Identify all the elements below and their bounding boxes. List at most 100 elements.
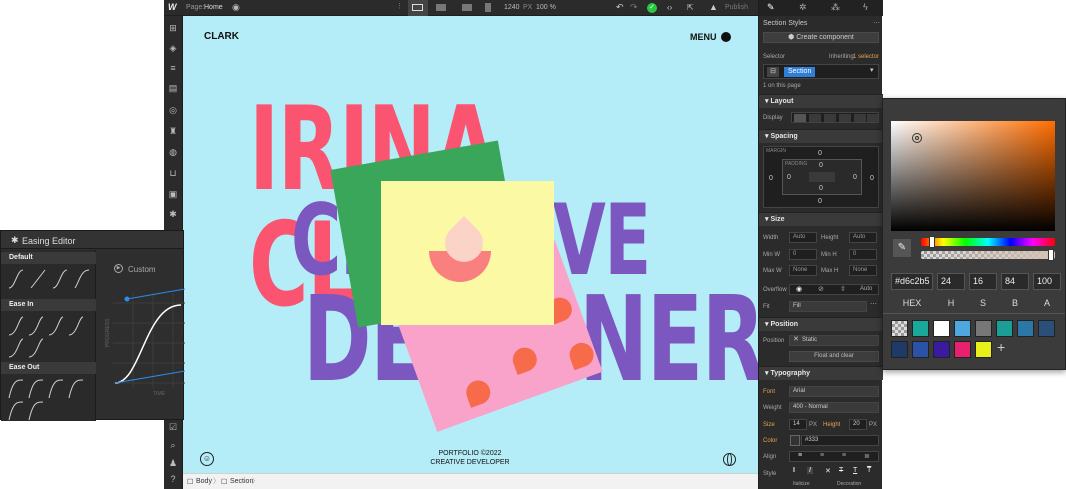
design-canvas[interactable]: CLARK MENU IRINA CLARK. CREATIVE DESIGNE… — [183, 16, 758, 473]
search-icon[interactable]: ⌕ — [167, 440, 179, 450]
style-manager-icon[interactable]: ⁂ — [831, 2, 840, 13]
margin-right-value[interactable]: 0 — [870, 175, 874, 182]
strikethrough-icon[interactable]: T — [839, 467, 843, 474]
min-width-input[interactable]: 0 — [789, 249, 817, 260]
globe-icon[interactable] — [723, 453, 736, 466]
color-cursor[interactable] — [912, 133, 922, 143]
alpha-input[interactable]: 100 — [1033, 273, 1061, 290]
padding-bottom-value[interactable]: 0 — [819, 185, 823, 192]
more-icon[interactable]: ⋮ — [396, 2, 403, 10]
ease-out-curves[interactable] — [7, 378, 95, 422]
weight-select[interactable]: 400 - Normal — [789, 402, 879, 413]
users-icon[interactable]: ◍ — [167, 147, 179, 157]
color-swatch[interactable] — [891, 341, 908, 358]
interactions-icon[interactable]: ϟ — [863, 2, 868, 12]
color-input[interactable]: #333 — [801, 435, 879, 446]
align-justify-icon[interactable]: ≣ — [864, 452, 870, 460]
margin-left-value[interactable]: 0 — [769, 175, 773, 182]
color-swatch[interactable] — [975, 341, 992, 358]
min-height-input[interactable]: 0 — [849, 249, 877, 260]
color-swatch[interactable] — [912, 320, 929, 337]
padding-left-value[interactable]: 0 — [787, 174, 791, 181]
menu-link[interactable]: MENU — [690, 32, 717, 42]
code-icon[interactable]: ‹› — [667, 3, 672, 12]
display-inline-block-icon[interactable] — [839, 114, 851, 122]
add-swatch-icon[interactable]: + — [997, 339, 1005, 355]
spacing-section-header[interactable]: ▾ Spacing — [759, 129, 883, 143]
layout-section-header[interactable]: ▾ Layout — [759, 94, 883, 108]
ecommerce-icon[interactable]: ⊔ — [167, 168, 179, 178]
height-input[interactable]: Auto — [849, 232, 877, 243]
style-brush-icon[interactable]: ✎ — [767, 2, 775, 13]
breadcrumb-item-body[interactable]: Body — [196, 478, 212, 485]
webflow-logo[interactable]: W — [168, 2, 177, 12]
eyedropper-icon[interactable]: ✎ — [893, 239, 911, 257]
zoom-level[interactable]: 100 % — [536, 4, 556, 11]
float-and-clear-button[interactable]: Float and clear — [789, 351, 879, 362]
overflow-hidden-icon[interactable]: ⊘ — [818, 285, 824, 293]
export-icon[interactable]: ⇱ — [687, 3, 694, 12]
navigator-icon[interactable]: ≡ — [167, 63, 179, 73]
color-swatch[interactable] — [954, 341, 971, 358]
overflow-visible-icon[interactable]: ◉ — [796, 285, 802, 293]
eye-icon[interactable]: ◉ — [232, 2, 240, 13]
alpha-handle[interactable] — [1048, 249, 1054, 261]
page-name[interactable]: Home — [204, 4, 223, 11]
max-width-input[interactable]: None — [789, 265, 817, 276]
assets-icon[interactable]: ▣ — [167, 189, 179, 199]
padding-top-value[interactable]: 0 — [819, 162, 823, 169]
decoration-none-icon[interactable]: ✕ — [825, 467, 831, 475]
chevron-down-icon[interactable]: ▾ — [870, 66, 874, 74]
overline-icon[interactable]: T — [867, 467, 871, 474]
tasks-icon[interactable]: ☑ — [167, 422, 179, 432]
breadcrumb-item-section[interactable]: Section — [230, 478, 253, 485]
size-section-header[interactable]: ▾ Size — [759, 212, 883, 226]
color-swatch[interactable] — [912, 341, 929, 358]
hue-input[interactable]: 24 — [937, 273, 965, 290]
menu-dot-icon[interactable] — [721, 32, 731, 42]
redo-icon[interactable]: ↷ — [630, 2, 638, 13]
alpha-slider[interactable] — [921, 249, 1055, 261]
display-grid-icon[interactable] — [824, 114, 836, 122]
font-size-input[interactable]: 14 — [789, 419, 807, 430]
create-component-button[interactable]: ⬢ Create component — [763, 32, 879, 43]
color-swatch[interactable] — [996, 320, 1013, 337]
selector-tag-section[interactable]: Section — [784, 67, 816, 77]
color-swatch[interactable] — [933, 320, 950, 337]
pages-icon[interactable]: ▤ — [167, 83, 179, 93]
undo-icon[interactable]: ↶ — [616, 2, 624, 13]
element-settings-icon[interactable]: ✲ — [799, 2, 807, 13]
help-icon[interactable]: ? — [167, 474, 179, 484]
align-right-icon[interactable]: ≡ — [842, 452, 846, 459]
default-curves[interactable] — [7, 268, 95, 290]
collaborators-icon[interactable]: ♟ — [167, 458, 179, 468]
width-input[interactable]: Auto — [789, 232, 817, 243]
desktop-breakpoint-icon[interactable] — [408, 0, 428, 16]
selector-type-icon[interactable]: ⊟ — [767, 67, 779, 77]
swatch-transparent[interactable] — [891, 320, 908, 337]
display-none-icon[interactable] — [867, 114, 878, 122]
more-options-icon[interactable]: ⋯ — [873, 19, 880, 27]
brand-logo[interactable]: CLARK — [204, 31, 239, 42]
fit-select[interactable]: Fill — [789, 301, 867, 312]
underline-icon[interactable]: T — [853, 467, 857, 474]
more-options-icon[interactable]: ⋯ — [870, 300, 877, 308]
margin-top-value[interactable]: 0 — [818, 150, 822, 157]
color-swatch[interactable] — [1017, 320, 1034, 337]
italic-on-icon[interactable]: I — [807, 467, 813, 474]
ease-in-curves[interactable] — [7, 315, 95, 359]
color-swatch[interactable] — [954, 320, 971, 337]
display-inline-icon[interactable] — [854, 114, 866, 122]
audit-warning-icon[interactable]: ▲ — [709, 2, 718, 12]
cms-icon[interactable]: ◎ — [167, 105, 179, 115]
line-height-input[interactable]: 20 — [849, 419, 867, 430]
add-elements-icon[interactable]: ⊞ — [167, 23, 179, 33]
selector-field[interactable]: ⊟ Section ▾ — [763, 64, 879, 79]
mobile-icon[interactable] — [485, 3, 491, 12]
play-icon[interactable]: ▶ — [114, 264, 123, 273]
smiley-icon[interactable]: ☺ — [200, 452, 214, 466]
tablet-landscape-icon[interactable] — [436, 4, 446, 11]
inheriting-count[interactable]: 1 selector — [853, 54, 879, 60]
position-select[interactable]: Static — [789, 335, 879, 346]
padding-right-value[interactable]: 0 — [853, 174, 857, 181]
